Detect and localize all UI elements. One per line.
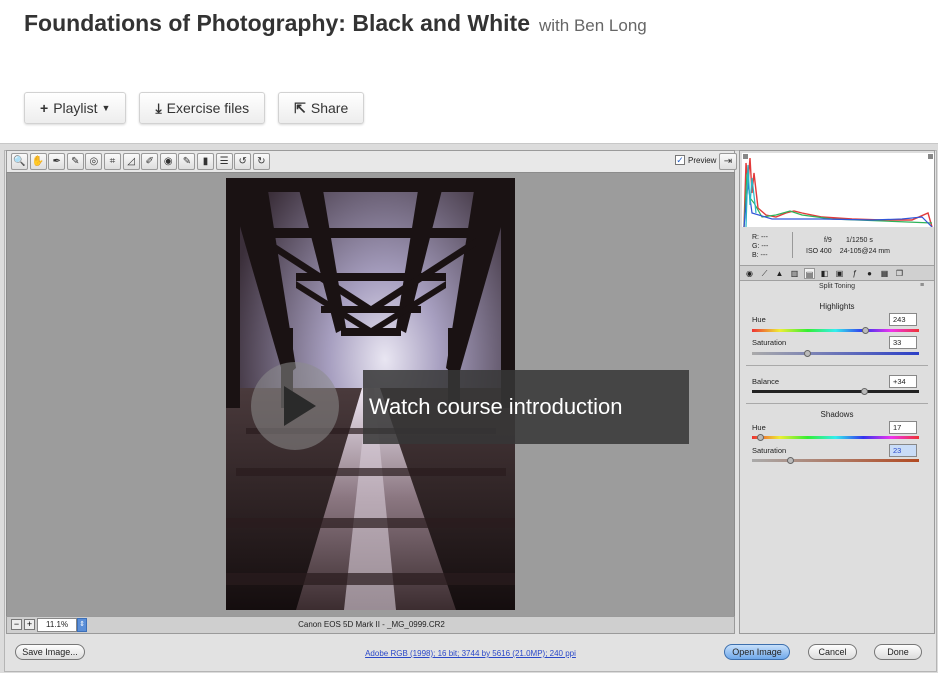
slider-thumb[interactable] (756, 434, 764, 441)
balance-field[interactable]: +34 (889, 375, 917, 388)
panel-menu-icon[interactable]: ≡ (920, 282, 924, 289)
slider-thumb[interactable] (804, 350, 812, 357)
slider-thumb[interactable] (787, 457, 795, 464)
shadows-title: Shadows (820, 410, 854, 419)
iso: ISO 400 (806, 248, 832, 255)
playlist-label: Playlist (53, 100, 98, 116)
red-eye-icon[interactable]: ◉ (159, 153, 177, 170)
eyedropper-icon[interactable]: ✒ (48, 153, 66, 170)
course-intro-overlay[interactable]: Watch course introduction (363, 370, 689, 444)
plus-icon: + (40, 100, 49, 116)
course-title: Foundations of Photography: Black and Wh… (24, 10, 530, 36)
exercise-files-button[interactable]: ⤓ Exercise files (139, 92, 266, 124)
highlights-title: Highlights (819, 302, 855, 311)
hand-icon[interactable]: ✋ (29, 153, 47, 170)
lens: 24-105@24 mm (839, 248, 890, 255)
camera-tab-icon[interactable]: ● (864, 268, 875, 279)
shadows-hue-label: Hue (752, 423, 766, 432)
caret-down-icon: ▼ (101, 103, 111, 113)
image-info: R: --- G: --- B: --- f/9 1/1250 s ISO 400… (740, 229, 934, 263)
divider (792, 232, 793, 258)
shadows-saturation-slider[interactable] (752, 457, 919, 464)
rotate-ccw-icon[interactable]: ↺ (234, 153, 252, 170)
tone-curve-tab-icon[interactable]: ⟋ (759, 268, 770, 279)
presets-tab-icon[interactable]: ▦ (879, 268, 890, 279)
exif-readout: f/9 1/1250 s ISO 400 24-105@24 mm (806, 235, 890, 257)
preview-label: Preview (688, 155, 717, 165)
slider-thumb[interactable] (861, 327, 869, 334)
straighten-icon[interactable]: ◿ (122, 153, 140, 170)
color-sampler-icon[interactable]: ✎ (66, 153, 84, 170)
highlights-saturation-label: Saturation (752, 338, 787, 347)
play-button[interactable] (251, 362, 339, 450)
basic-tab-icon[interactable]: ◉ (744, 268, 755, 279)
rgb-readout: R: --- G: --- B: --- (752, 233, 768, 260)
share-icon: ⇱ (294, 99, 306, 116)
done-button[interactable]: Done (874, 644, 922, 660)
divider (746, 403, 928, 404)
course-header: Foundations of Photography: Black and Wh… (24, 10, 647, 37)
rgb-g: G: --- (752, 243, 769, 250)
rotate-cw-icon[interactable]: ↻ (252, 153, 270, 170)
course-actions: + Playlist ▼ ⤓ Exercise files ⇱ Share (24, 92, 377, 124)
highlights-hue-label: Hue (752, 315, 766, 324)
detail-tab-icon[interactable]: ▲ (774, 268, 785, 279)
lens-tab-icon[interactable]: ◧ (819, 268, 830, 279)
camera-filename: Canon EOS 5D Mark II - _MG_0999.CR2 (298, 620, 445, 629)
panel-title: Split Toning (818, 283, 856, 290)
rgb-b: B: --- (752, 252, 768, 259)
balance-label: Balance (752, 377, 780, 386)
fullscreen-icon[interactable]: ⇥ (719, 153, 737, 170)
slider-thumb[interactable] (860, 388, 868, 395)
spot-removal-icon[interactable]: ✐ (141, 153, 159, 170)
brush-icon[interactable]: ✎ (178, 153, 196, 170)
cancel-button[interactable]: Cancel (808, 644, 857, 660)
shadows-hue-field[interactable]: 17 (889, 421, 917, 434)
dialog-footer: Save Image... Adobe RGB (1998); 16 bit; … (4, 636, 937, 668)
page: Foundations of Photography: Black and Wh… (0, 0, 938, 673)
crop-icon[interactable]: ⌗ (104, 153, 121, 170)
histogram (742, 153, 934, 227)
preview-toggle[interactable]: ✓ Preview (675, 155, 716, 165)
shadows-saturation-field[interactable]: 23 (889, 444, 917, 457)
zoom-icon[interactable]: 🔍 (11, 153, 28, 170)
highlights-hue-field[interactable]: 243 (889, 313, 917, 326)
rgb-r: R: --- (752, 234, 768, 241)
share-button[interactable]: ⇱ Share (278, 92, 365, 124)
shadows-saturation-label: Saturation (752, 446, 787, 455)
target-adjust-icon[interactable]: ◎ (85, 153, 103, 170)
adjustment-panel: R: --- G: --- B: --- f/9 1/1250 s ISO 400… (739, 150, 935, 634)
snapshots-tab-icon[interactable]: ❐ (894, 268, 905, 279)
exercise-files-label: Exercise files (166, 100, 250, 116)
share-label: Share (310, 100, 349, 116)
checkbox-checked-icon[interactable]: ✓ (675, 155, 685, 165)
balance-slider[interactable] (752, 388, 919, 395)
aperture: f/9 (824, 237, 832, 244)
playlist-button[interactable]: + Playlist ▼ (24, 92, 127, 124)
panel-tabs: ◉ ⟋ ▲ ▥ ▤ ◧ ▣ ƒ ● ▦ ❐ (740, 265, 934, 281)
camera-calibration-tab-icon[interactable]: ▣ (834, 268, 845, 279)
open-image-button[interactable]: Open Image (724, 644, 790, 660)
highlights-saturation-field[interactable]: 33 (889, 336, 917, 349)
gradient-icon[interactable]: ▮ (197, 153, 214, 170)
canvas-status-bar: − + 11.1% ⇕ Canon EOS 5D Mark II - _MG_0… (6, 616, 735, 634)
overlay-text: Watch course introduction (369, 394, 623, 419)
highlights-saturation-slider[interactable] (752, 350, 919, 357)
course-author: with Ben Long (539, 16, 647, 35)
histogram-graph (742, 153, 934, 227)
play-icon (284, 386, 316, 426)
effects-tab-icon[interactable]: ƒ (849, 268, 860, 279)
shadows-hue-slider[interactable] (752, 434, 919, 441)
shutter: 1/1250 s (846, 237, 873, 244)
download-icon: ⤓ (155, 99, 162, 116)
highlights-hue-slider[interactable] (752, 327, 919, 334)
split-toning-tab-icon[interactable]: ▤ (804, 268, 815, 279)
tool-bar: 🔍 ✋ ✒ ✎ ◎ ⌗ ◿ ✐ ◉ ✎ ▮ ☰ ↺ ↻ ✓ Preview ⇥ (6, 150, 737, 172)
prefs-icon[interactable]: ☰ (215, 153, 233, 170)
divider (746, 365, 928, 366)
workflow-options-link[interactable]: Adobe RGB (1998); 16 bit; 3744 by 5616 (… (4, 649, 937, 658)
hsl-tab-icon[interactable]: ▥ (789, 268, 800, 279)
